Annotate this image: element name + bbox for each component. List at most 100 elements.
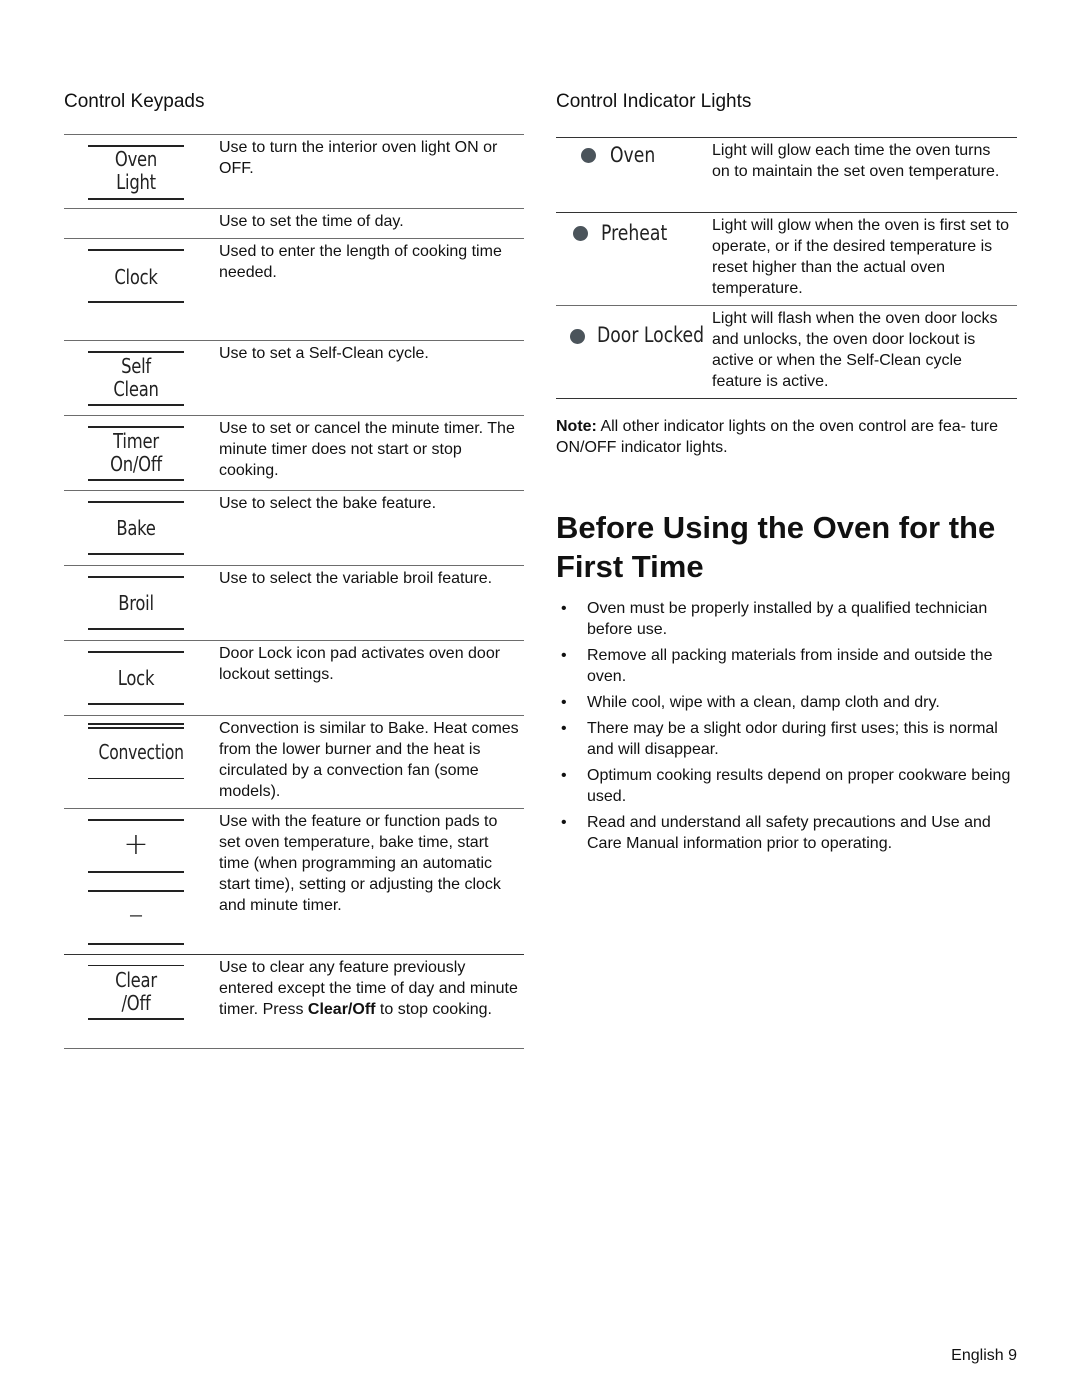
keypad-description: Use with the feature or function pads to… [219, 813, 501, 914]
keypad-top-line [88, 723, 184, 725]
keypad-bottom-line [88, 628, 184, 630]
keypad-top-line [88, 426, 184, 428]
keypad-label-line2: Clean [113, 377, 159, 401]
keypad-row-self-clean: Self Clean Use to set a Self-Clean cycle… [64, 341, 524, 415]
keypad-top-line [88, 501, 184, 503]
indicator-lights-section-title: Control Indicator Lights [556, 91, 752, 112]
indicator-row-oven: Oven Light will glow each time the oven … [556, 138, 1017, 212]
keypad-description: Convection is similar to Bake. Heat come… [219, 720, 519, 800]
keypad-description: Use to set or cancel the minute timer. T… [219, 420, 515, 479]
keypad-top-line [88, 965, 184, 966]
list-item: • There may be a slight odor during first… [556, 718, 1018, 760]
indicator-light-icon [573, 226, 588, 241]
list-item: • Read and understand all safety precauti… [556, 812, 1018, 854]
bullet-icon: • [561, 600, 567, 617]
keypad-top-line [88, 890, 184, 892]
indicator-description: Light will glow when the oven is first s… [712, 217, 1010, 297]
list-item: • Optimum cooking results depend on prope… [556, 765, 1018, 807]
list-item-text: There may be a slight odor during first … [587, 720, 998, 758]
keypad-bottom-line [88, 553, 184, 555]
indicator-description: Light will flash when the oven door lock… [712, 310, 998, 390]
keypad-bottom-line [88, 943, 184, 945]
keypad-label: Lock [117, 666, 155, 690]
keypad-label-line1: Clear [115, 968, 157, 992]
list-item: • While cool, wipe with a clean, damp clo… [556, 692, 1018, 713]
keypad-row-oven-light: Oven Light Use to turn the interior oven… [64, 135, 524, 208]
indicator-light-icon [581, 148, 596, 163]
keypad-label: Bake [116, 516, 156, 540]
keypad-row-clock: Clock Used to enter the length of cookin… [64, 239, 524, 340]
indicator-name: Door Locked [597, 323, 705, 347]
plus-icon: + [123, 827, 149, 862]
keypad-bottom-line [88, 703, 184, 705]
bullet-icon: • [561, 647, 567, 664]
indicator-light-icon [570, 329, 585, 344]
keypad-bottom-line [88, 301, 184, 303]
keypad-description: Use to turn the interior oven light ON o… [219, 139, 498, 177]
keypad-top-line [88, 249, 184, 251]
bullet-icon: • [561, 814, 567, 831]
table-divider [556, 398, 1017, 399]
keypad-description: Use to set the time of day. [219, 213, 404, 230]
keypad-top-line [88, 651, 184, 653]
indicator-description: Light will glow each time the oven turns… [712, 142, 1000, 180]
list-item-text: While cool, wipe with a clean, damp clot… [587, 694, 940, 711]
keypad-bottom-line [88, 778, 184, 779]
note-label: Note: [556, 418, 597, 435]
keypad-row-time-of-day: Use to set the time of day. [64, 209, 524, 238]
keypad-description: Door Lock icon pad activates oven door l… [219, 645, 501, 683]
indicator-name: Oven [610, 143, 656, 167]
keypad-description: Used to enter the length of cooking time… [219, 243, 502, 281]
table-divider [64, 1048, 524, 1049]
keypad-bottom-line [88, 1018, 184, 1020]
keypad-row-bake: Bake Use to select the bake feature. [64, 491, 524, 565]
keypad-description: Use to clear any feature previously ente… [219, 957, 519, 1020]
keypad-description: Use to set a Self-Clean cycle. [219, 345, 429, 362]
bullet-icon: • [561, 720, 567, 737]
clear-off-emphasis: Clear/Off [307, 1001, 376, 1018]
keypad-top-line [88, 576, 184, 578]
list-item-text: Optimum cooking results depend on proper… [587, 767, 1011, 805]
keypad-row-convection: Convection Convection is similar to Bake… [64, 716, 524, 808]
keypad-label: Clock [114, 265, 158, 289]
before-first-use-heading: Before Using the Oven for the First Time [556, 510, 996, 584]
keypad-row-timer: Timer On/Off Use to set or cancel the mi… [64, 416, 524, 490]
bullet-icon: • [561, 767, 567, 784]
page-footer: English 9 [951, 1347, 1017, 1364]
keypad-label-line1: Self [121, 354, 151, 378]
keypad-top-line [88, 727, 184, 729]
keypad-label-line2: Light [116, 170, 156, 194]
keypad-label-line1: Timer [113, 429, 159, 453]
indicator-note: Note: All other indicator lights on the … [556, 416, 1018, 458]
keypad-top-line [88, 351, 184, 353]
list-item: • Oven must be properly installed by a qu… [556, 598, 1018, 640]
note-text: All other indicator lights on the oven c… [556, 418, 999, 456]
keypad-label-line2: /Off [121, 991, 151, 1015]
indicator-name: Preheat [601, 221, 668, 245]
keypad-description: Use to select the variable broil feature… [219, 570, 493, 587]
description-text: to stop cooking. [375, 1001, 492, 1018]
before-first-use-list: • Oven must be properly installed by a qu… [556, 598, 1018, 859]
list-item-text: Read and understand all safety precautio… [587, 814, 991, 852]
indicator-row-door-locked: Door Locked Light will flash when the ov… [556, 306, 1017, 398]
bullet-icon: • [561, 694, 567, 711]
keypad-label: Convection [98, 740, 185, 764]
keypad-bottom-line [88, 479, 184, 481]
keypad-bottom-line [88, 404, 184, 406]
keypad-row-plus-minus: + – Use with the feature or function pad… [64, 809, 524, 954]
list-item-text: Oven must be properly installed by a qua… [587, 600, 988, 638]
keypad-bottom-line [88, 198, 184, 200]
keypad-row-lock: Lock Door Lock icon pad activates oven d… [64, 641, 524, 715]
keypad-description: Use to select the bake feature. [219, 495, 437, 512]
keypad-label-line1: Oven [114, 147, 158, 171]
keypad-row-broil: Broil Use to select the variable broil f… [64, 566, 524, 640]
keypad-label: Broil [118, 591, 154, 615]
indicator-row-preheat: Preheat Light will glow when the oven is… [556, 213, 1017, 305]
keypad-row-clear-off: Clear /Off Use to clear any feature prev… [64, 955, 524, 1048]
list-item: • Remove all packing materials from insid… [556, 645, 1018, 687]
keypad-bottom-line [88, 871, 184, 873]
keypad-label-line2: On/Off [110, 452, 162, 476]
keypad-top-line [88, 819, 184, 821]
list-item-text: Remove all packing materials from inside… [587, 647, 993, 685]
minus-icon: – [128, 897, 144, 932]
